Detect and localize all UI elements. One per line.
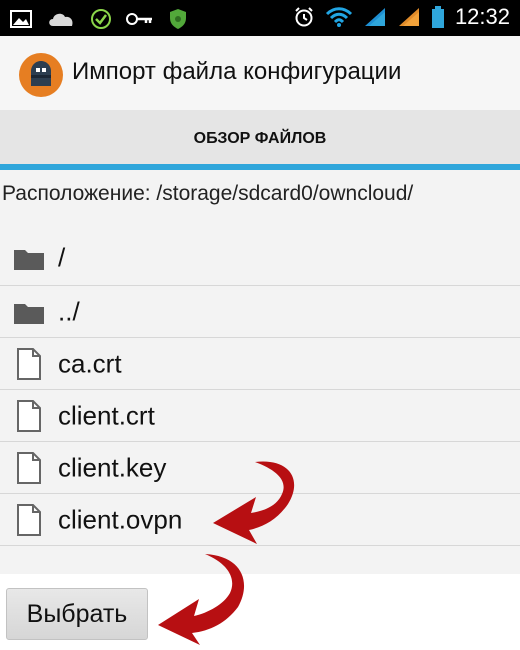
app-icon — [19, 53, 63, 97]
tab-indicator — [0, 164, 520, 170]
cloud-icon — [49, 13, 73, 26]
signal-icon — [364, 8, 385, 26]
check-circle-icon — [91, 9, 111, 29]
file-icon — [17, 347, 41, 380]
wifi-icon — [325, 7, 352, 27]
folder-icon — [14, 303, 44, 324]
tab-bar: ОБЗОР ФАЙЛОВ — [0, 110, 520, 168]
status-bar: 12:32 — [0, 0, 520, 36]
file-name: / — [58, 242, 66, 272]
arrow-annotation — [158, 554, 245, 645]
tab-file-browser[interactable]: ОБЗОР ФАЙЛОВ — [0, 110, 520, 168]
list-item[interactable]: ../ — [0, 286, 520, 338]
select-button[interactable]: Выбрать — [6, 588, 148, 640]
alarm-icon — [295, 7, 313, 27]
image-icon — [10, 10, 32, 28]
list-item[interactable]: client.crt — [0, 390, 520, 442]
file-name: client.ovpn — [58, 504, 183, 534]
file-name: client.crt — [58, 400, 155, 430]
list-item[interactable]: / — [0, 230, 520, 286]
battery-icon — [431, 6, 444, 28]
location-path: Расположение: /storage/sdcard0/owncloud/ — [2, 182, 414, 205]
key-icon — [126, 13, 152, 25]
arrow-annotation — [213, 461, 295, 544]
file-icon — [17, 451, 41, 484]
file-icon — [17, 503, 41, 536]
folder-icon — [14, 249, 44, 270]
shield-icon — [170, 9, 186, 29]
file-name: client.key — [58, 452, 167, 482]
page-title: Импорт файла конфигурации — [72, 58, 402, 85]
file-icon — [17, 399, 41, 432]
action-bar: Импорт файла конфигурации — [0, 36, 520, 111]
list-item[interactable]: ca.crt — [0, 338, 520, 390]
file-name: ../ — [58, 296, 80, 326]
status-right-icons: 12:32 — [293, 4, 510, 30]
status-left-icons — [10, 8, 188, 30]
signal-icon-2 — [398, 8, 419, 26]
file-name: ca.crt — [58, 348, 122, 378]
time: 12:32 — [454, 4, 510, 29]
